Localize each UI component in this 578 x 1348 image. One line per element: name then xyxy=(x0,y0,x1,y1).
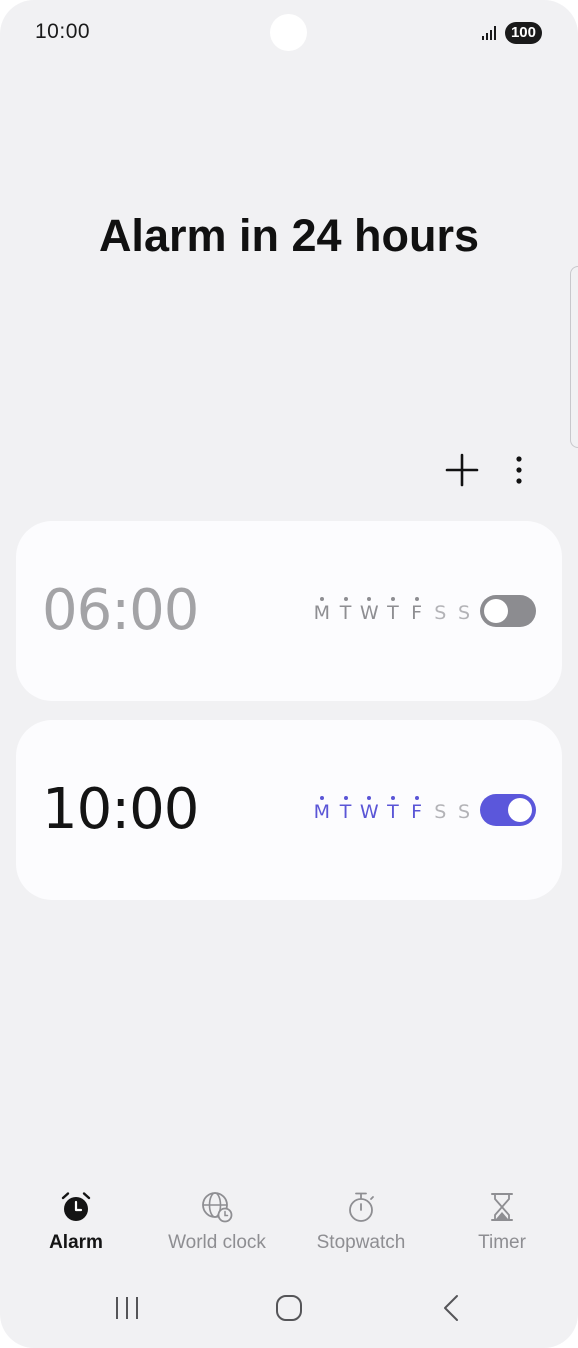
day-selected-dot xyxy=(390,796,395,800)
day-letter: T xyxy=(387,602,399,624)
stopwatch-icon xyxy=(349,1192,374,1222)
day-selected-dot xyxy=(367,796,372,800)
back-icon xyxy=(444,1295,458,1321)
back-button[interactable] xyxy=(431,1288,471,1328)
day-letter: S xyxy=(434,602,447,624)
toggle-knob xyxy=(484,599,508,623)
day-wednesday: W xyxy=(357,790,381,834)
day-friday: F xyxy=(405,790,429,834)
alarm-time: 10:00 xyxy=(42,777,199,842)
alarm-toggle[interactable] xyxy=(480,794,536,826)
day-letter: F xyxy=(411,602,423,624)
day-letter: M xyxy=(313,602,331,624)
tab-label: Timer xyxy=(478,1232,526,1253)
camera-cutout xyxy=(270,14,307,51)
day-saturday: S xyxy=(428,790,452,834)
clock-app-screen: 10:00 100 Alarm in 24 hours 06:00 M T W … xyxy=(0,0,578,1348)
add-alarm-button[interactable] xyxy=(442,450,482,490)
day-selected-dot xyxy=(343,597,348,601)
globe-clock-icon xyxy=(202,1192,233,1223)
day-sunday: S xyxy=(452,591,476,635)
day-letter: T xyxy=(387,801,399,823)
home-icon xyxy=(276,1295,302,1321)
alarm-toggle[interactable] xyxy=(480,595,536,627)
day-saturday: S xyxy=(428,591,452,635)
hourglass-icon xyxy=(491,1193,513,1221)
day-wednesday: W xyxy=(357,591,381,635)
day-selected-dot xyxy=(319,796,324,800)
scroll-handle[interactable] xyxy=(570,266,578,448)
alarm-card[interactable]: 06:00 M T W T F S S xyxy=(16,521,562,701)
recents-button[interactable] xyxy=(107,1288,147,1328)
more-options-button[interactable] xyxy=(505,450,533,490)
tab-label: World clock xyxy=(168,1232,266,1253)
day-letter: F xyxy=(411,801,423,823)
day-sunday: S xyxy=(452,790,476,834)
tab-stopwatch[interactable]: Stopwatch xyxy=(289,1186,433,1266)
day-letter: T xyxy=(339,801,352,823)
day-selected-dot xyxy=(319,597,324,601)
day-letter: W xyxy=(359,801,379,823)
day-selected-dot xyxy=(367,597,372,601)
day-letter: S xyxy=(434,801,447,823)
day-monday: M xyxy=(310,591,334,635)
alarm-days: M T W T F S S xyxy=(310,591,476,635)
day-letter: T xyxy=(339,602,352,624)
alarm-card[interactable]: 10:00 M T W T F S S xyxy=(16,720,562,900)
bottom-navigation: Alarm World clock Stopwatch Timer xyxy=(0,1186,578,1266)
day-monday: M xyxy=(310,790,334,834)
day-thursday: T xyxy=(381,591,405,635)
day-tuesday: T xyxy=(334,790,358,834)
tab-timer[interactable]: Timer xyxy=(430,1186,574,1266)
tab-label: Stopwatch xyxy=(316,1232,406,1253)
day-letter: S xyxy=(457,801,470,823)
day-tuesday: T xyxy=(334,591,358,635)
home-button[interactable] xyxy=(269,1288,309,1328)
tab-label: Alarm xyxy=(49,1232,103,1253)
alarm-days: M T W T F S S xyxy=(310,790,476,834)
status-icons: 100 xyxy=(481,22,542,44)
day-selected-dot xyxy=(343,796,348,800)
battery-indicator: 100 xyxy=(504,22,542,44)
page-title: Alarm in 24 hours xyxy=(98,210,480,261)
day-selected-dot xyxy=(414,597,419,601)
day-selected-dot xyxy=(390,597,395,601)
status-time: 10:00 xyxy=(35,20,91,43)
tab-world-clock[interactable]: World clock xyxy=(145,1186,289,1266)
plus-icon xyxy=(445,453,479,487)
day-letter: S xyxy=(457,602,470,624)
tab-alarm[interactable]: Alarm xyxy=(4,1186,148,1266)
day-thursday: T xyxy=(381,790,405,834)
toggle-knob xyxy=(508,798,532,822)
day-letter: M xyxy=(313,801,331,823)
more-vertical-icon xyxy=(516,456,522,484)
alarm-time: 06:00 xyxy=(42,578,199,643)
day-friday: F xyxy=(405,591,429,635)
day-letter: W xyxy=(359,602,379,624)
recents-icon xyxy=(116,1297,138,1319)
day-selected-dot xyxy=(414,796,419,800)
signal-icon xyxy=(481,26,496,40)
alarm-clock-icon xyxy=(61,1192,91,1221)
